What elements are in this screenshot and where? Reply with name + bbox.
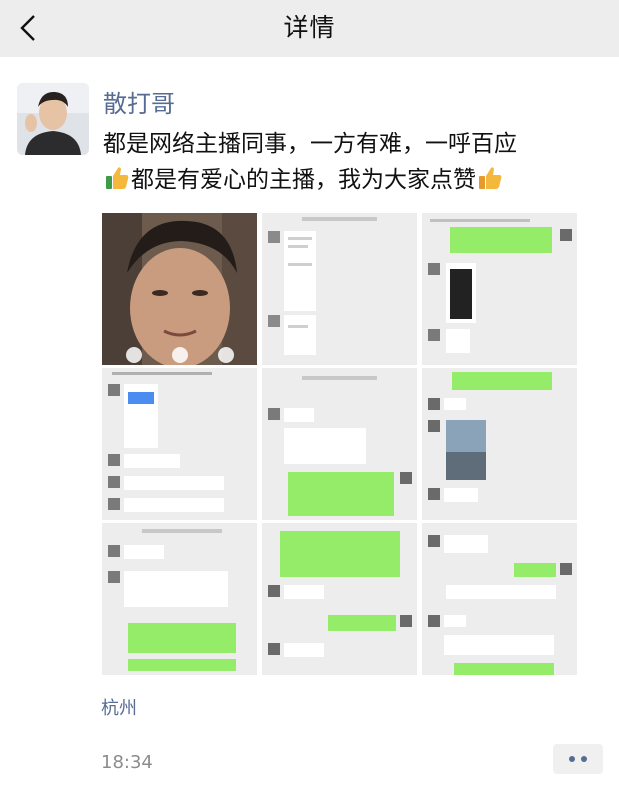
author-name[interactable]: 散打哥 xyxy=(103,84,175,119)
chat-screenshot-image xyxy=(102,523,257,675)
post-text-line-2: 都是有爱心的主播，我为大家点赞 xyxy=(103,162,603,198)
post-text-line-2-text: 都是有爱心的主播，我为大家点赞 xyxy=(131,167,476,193)
image-grid xyxy=(102,213,578,675)
post-text: 都是网络主播同事，一方有难，一呼百应 都是有爱心的主播，我为大家点赞 xyxy=(103,126,603,198)
more-button[interactable] xyxy=(553,744,603,774)
grid-image-5[interactable] xyxy=(262,368,417,520)
location-label[interactable]: 杭州 xyxy=(101,694,137,720)
chat-screenshot-image xyxy=(262,523,417,675)
chat-screenshot-image xyxy=(422,213,577,365)
grid-image-4[interactable] xyxy=(102,368,257,520)
post-time: 18:34 xyxy=(101,752,153,773)
thumbs-up-icon xyxy=(106,167,129,189)
video-call-image xyxy=(102,213,257,365)
grid-image-6[interactable] xyxy=(422,368,577,520)
chat-screenshot-image xyxy=(102,368,257,520)
grid-image-3[interactable] xyxy=(422,213,577,365)
thumbs-up-icon xyxy=(479,167,502,189)
top-bar: 详情 xyxy=(0,0,619,57)
chat-screenshot-image xyxy=(262,368,417,520)
chat-screenshot-image xyxy=(422,368,577,520)
grid-image-9[interactable] xyxy=(422,523,577,675)
grid-image-1[interactable] xyxy=(102,213,257,365)
chat-screenshot-image xyxy=(422,523,577,675)
grid-image-7[interactable] xyxy=(102,523,257,675)
avatar[interactable] xyxy=(17,83,89,155)
page-title: 详情 xyxy=(283,13,336,42)
grid-image-8[interactable] xyxy=(262,523,417,675)
grid-image-2[interactable] xyxy=(262,213,417,365)
two-dots-icon xyxy=(569,756,587,762)
post-text-line-1: 都是网络主播同事，一方有难，一呼百应 xyxy=(103,131,517,157)
chat-screenshot-image xyxy=(262,213,417,365)
avatar-photo xyxy=(17,83,89,155)
